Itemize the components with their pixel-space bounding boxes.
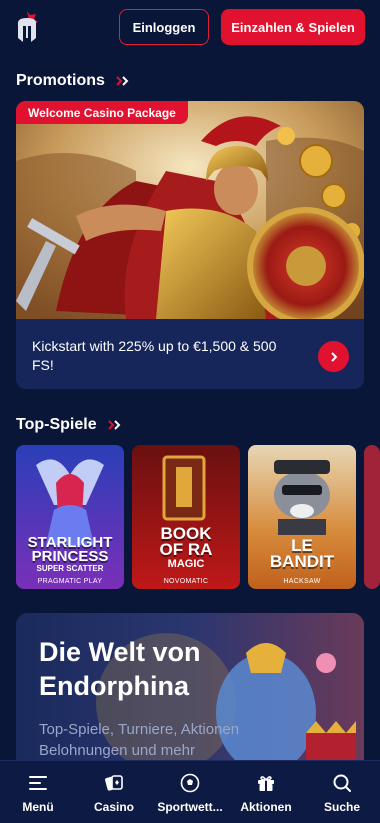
nav-item-sports[interactable]: Sportwett... [152, 761, 228, 823]
bottom-nav: Menü Casino Sportwett... Aktionen Suche [0, 760, 380, 823]
double-chevron-right-icon [107, 419, 123, 431]
top-games-header[interactable]: Top-Spiele [16, 416, 123, 434]
game-provider: HACKSAW [283, 578, 321, 585]
banner-title: Die Welt von Endorphina [39, 637, 201, 701]
game-subtitle: SUPER SCATTER [36, 564, 104, 573]
header: Einloggen Einzahlen & Spielen [0, 0, 380, 56]
spartan-helmet-logo[interactable] [14, 10, 40, 44]
game-tile-starlight-princess[interactable]: STARLIGHT PRINCESS SUPER SCATTER PRAGMAT… [16, 445, 124, 589]
nav-item-promotions[interactable]: Aktionen [228, 761, 304, 823]
game-subtitle: MAGIC [167, 558, 205, 570]
soccer-ball-icon [179, 772, 201, 794]
promo-tag: Welcome Casino Package [16, 101, 188, 124]
top-games-carousel[interactable]: STARLIGHT PRINCESS SUPER SCATTER PRAGMAT… [16, 445, 380, 589]
game-title-line2: PRINCESS [31, 548, 109, 565]
nav-label: Suche [323, 800, 360, 814]
chevron-right-icon [330, 351, 337, 362]
top-games-title: Top-Spiele [16, 416, 97, 433]
nav-label: Sportwett... [157, 800, 223, 814]
game-provider: PRAGMATIC PLAY [37, 578, 103, 585]
login-button[interactable]: Einloggen [119, 9, 209, 45]
nav-label: Casino [93, 800, 134, 814]
promo-footer: Kickstart with 225% up to €1,500 & 500 F… [16, 319, 364, 389]
menu-icon [27, 772, 49, 794]
double-chevron-right-icon [115, 75, 131, 87]
promo-image-gladiator [16, 101, 364, 319]
banner-text: Top-Spiele, Turniere, Aktionen Belohnung… [39, 721, 240, 759]
game-provider: NOVOMATIC [163, 578, 209, 585]
game-title-line2: OF RA [159, 540, 213, 559]
cards-icon [103, 772, 125, 794]
nav-label: Menü [22, 800, 54, 814]
game-tile-le-bandit[interactable]: LE BANDIT HACKSAW [248, 445, 356, 589]
search-icon [331, 772, 353, 794]
gift-icon [255, 772, 277, 794]
nav-label: Aktionen [240, 800, 292, 814]
game-tile-partial[interactable] [364, 445, 380, 589]
nav-item-search[interactable]: Suche [304, 761, 380, 823]
nav-item-casino[interactable]: Casino [76, 761, 152, 823]
promotions-title: Promotions [16, 72, 105, 89]
promo-card[interactable]: Welcome Casino Package Kickstart with 22… [16, 101, 364, 389]
promotions-header[interactable]: Promotions [16, 72, 131, 90]
game-title-line2: BANDIT [269, 552, 335, 571]
promo-arrow-button[interactable] [318, 341, 349, 372]
deposit-play-button[interactable]: Einzahlen & Spielen [221, 9, 365, 45]
page: Einloggen Einzahlen & Spielen Promotions… [0, 0, 380, 823]
nav-item-menu[interactable]: Menü [0, 761, 76, 823]
game-tile-book-of-ra[interactable]: BOOK OF RA MAGIC NOVOMATIC [132, 445, 240, 589]
promo-text: Kickstart with 225% up to €1,500 & 500 F… [32, 338, 277, 373]
